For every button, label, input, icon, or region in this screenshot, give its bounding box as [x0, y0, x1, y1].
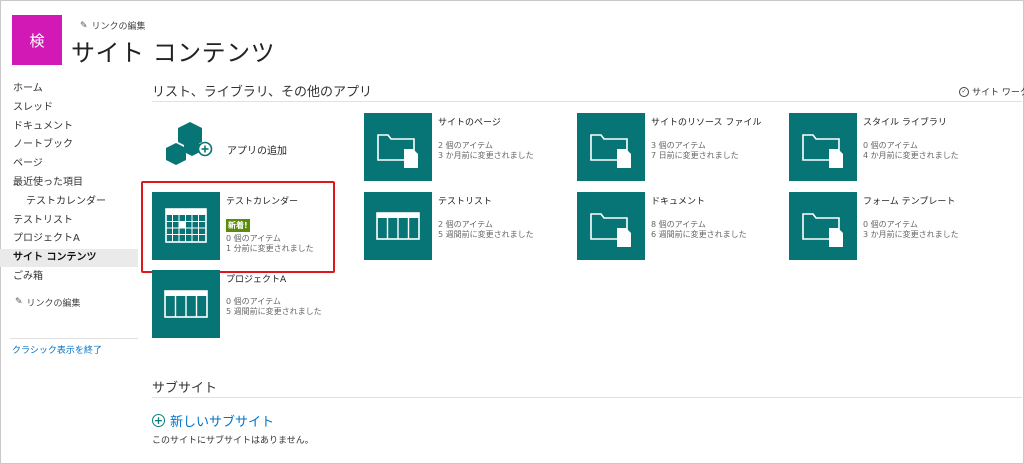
folder-document-icon	[802, 134, 843, 168]
tile-modified: 5 週間前に変更されました	[226, 307, 322, 316]
tile-modified: 4 か月前に変更されました	[863, 151, 959, 160]
add-app-label: アプリの追加	[227, 146, 287, 157]
list-icon	[164, 290, 208, 318]
tile-test-list[interactable]: テストリスト 2 個のアイテム 5 週間前に変更されました	[364, 192, 574, 262]
folder-document-icon	[377, 134, 418, 168]
new-subsite-label: 新しいサブサイト	[170, 415, 275, 430]
tile-item-count: 2 個のアイテム	[438, 141, 493, 150]
nav-item-site-contents[interactable]: サイト コンテンツ	[0, 249, 138, 268]
nav-item-documents[interactable]: ドキュメント	[0, 118, 138, 136]
tile-name[interactable]: サイトのページ	[438, 115, 501, 128]
tile-item-count: 2 個のアイテム	[438, 220, 493, 229]
tile-site-pages[interactable]: サイトのページ 2 個のアイテム 3 か月前に変更されました	[364, 113, 574, 183]
nav-item-threads[interactable]: スレッド	[0, 99, 138, 117]
site-workflow-label: サイト ワークフ	[972, 88, 1024, 98]
subsites-title: サブサイト	[152, 381, 218, 396]
nav-item-project-a[interactable]: プロジェクトA	[0, 230, 138, 248]
tile-item-count: 0 個のアイテム	[863, 220, 918, 229]
nav-divider	[10, 338, 138, 339]
left-navigation: ホーム スレッド ドキュメント ノートブック ページ 最近使った項目 テストカレ…	[0, 80, 138, 309]
tile-name[interactable]: プロジェクトA	[226, 272, 286, 285]
tile-icon-bg	[577, 113, 645, 181]
nav-item-notebook[interactable]: ノートブック	[0, 136, 138, 154]
nav-item-test-list[interactable]: テストリスト	[0, 212, 138, 230]
folder-document-icon	[590, 213, 631, 247]
tile-form-templates[interactable]: フォーム テンプレート 0 個のアイテム 3 か月前に変更されました	[789, 192, 999, 262]
tile-name[interactable]: スタイル ライブラリ	[863, 115, 947, 128]
tile-item-count: 3 個のアイテム	[651, 141, 706, 150]
tile-name[interactable]: サイトのリソース ファイル	[651, 115, 761, 128]
tile-modified: 3 か月前に変更されました	[863, 230, 959, 239]
tile-modified: 7 日前に変更されました	[651, 151, 739, 160]
tile-item-count: 8 個のアイテム	[651, 220, 706, 229]
list-icon	[376, 212, 420, 240]
tile-icon-bg	[152, 270, 220, 338]
nav-item-recent[interactable]: 最近使った項目	[0, 174, 138, 192]
new-subsite-link[interactable]: + 新しいサブサイト	[152, 411, 274, 430]
tile-item-count: 0 個のアイテム	[226, 297, 281, 306]
tile-item-count: 0 個のアイテム	[863, 141, 918, 150]
app-cubes-icon	[166, 122, 213, 165]
highlight-annotation	[141, 181, 335, 273]
tile-icon-bg	[789, 192, 857, 260]
tile-icon-bg	[577, 192, 645, 260]
add-app-tile[interactable]: アプリの追加	[160, 122, 350, 174]
section-divider	[152, 101, 1022, 102]
nav-item-test-calendar[interactable]: テストカレンダー	[0, 193, 138, 211]
nav-edit-links[interactable]: ✎ リンクの編集	[0, 296, 138, 309]
nav-item-pages[interactable]: ページ	[0, 155, 138, 173]
folder-document-icon	[590, 134, 631, 168]
site-logo-text: 検	[29, 31, 45, 50]
pencil-icon: ✎	[15, 297, 23, 308]
tile-icon-bg	[364, 192, 432, 260]
tile-modified: 6 週間前に変更されました	[651, 230, 747, 239]
tile-name[interactable]: フォーム テンプレート	[863, 194, 955, 207]
tile-name[interactable]: ドキュメント	[651, 194, 705, 207]
pencil-icon: ✎	[80, 20, 88, 31]
nav-item-home[interactable]: ホーム	[0, 80, 138, 98]
checkmark-circle-icon: ✓	[959, 86, 969, 97]
site-logo[interactable]: 検	[12, 15, 62, 65]
exit-classic-link[interactable]: クラシック表示を終了	[12, 343, 102, 356]
site-workflow-link[interactable]: ✓ サイト ワークフ	[959, 85, 1024, 98]
tile-documents[interactable]: ドキュメント 8 個のアイテム 6 週間前に変更されました	[577, 192, 787, 262]
subsites-divider	[152, 397, 1022, 398]
tile-name[interactable]: テストリスト	[438, 194, 492, 207]
no-subsites-message: このサイトにサブサイトはありません。	[152, 436, 314, 446]
tile-site-resource-files[interactable]: サイトのリソース ファイル 3 個のアイテム 7 日前に変更されました	[577, 113, 787, 183]
page-title: サイト コンテンツ	[71, 39, 276, 67]
folder-document-icon	[802, 213, 843, 247]
nav-edit-links-label: リンクの編集	[26, 298, 81, 309]
tile-style-library[interactable]: スタイル ライブラリ 0 個のアイテム 4 か月前に変更されました	[789, 113, 999, 183]
edit-links-label: リンクの編集	[91, 22, 146, 32]
section-title: リスト、ライブラリ、その他のアプリ	[152, 85, 372, 100]
nav-item-recycle-bin[interactable]: ごみ箱	[0, 268, 138, 286]
tile-modified: 3 か月前に変更されました	[438, 151, 534, 160]
tile-project-a[interactable]: プロジェクトA 0 個のアイテム 5 週間前に変更されました	[152, 270, 362, 340]
tile-modified: 5 週間前に変更されました	[438, 230, 534, 239]
tile-icon-bg	[789, 113, 857, 181]
edit-links-top[interactable]: ✎ リンクの編集	[80, 19, 146, 33]
tile-icon-bg	[364, 113, 432, 181]
plus-circle-icon: +	[152, 414, 165, 427]
